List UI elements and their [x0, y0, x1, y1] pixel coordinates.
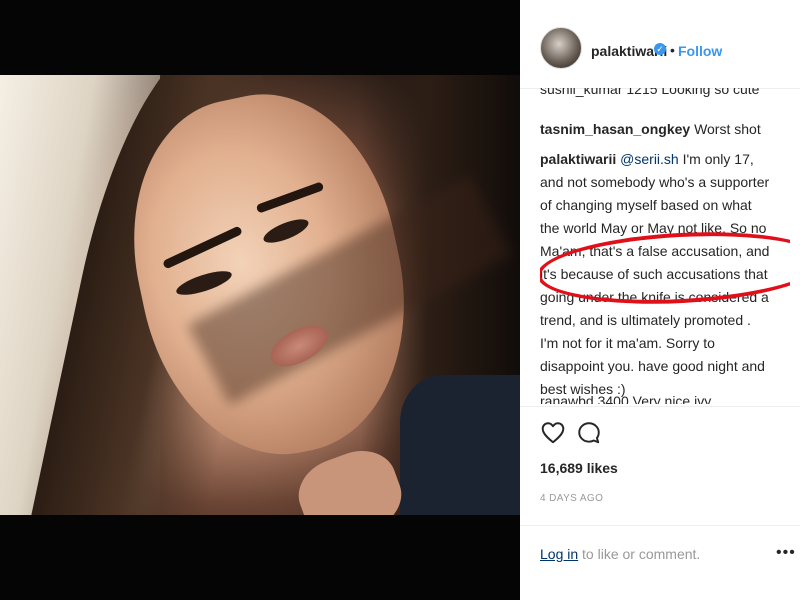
footer-divider: [520, 525, 800, 526]
comment-text: Worst shot: [694, 121, 761, 137]
comment-username[interactable]: palaktiwarii: [540, 151, 616, 167]
login-link[interactable]: Log in: [540, 546, 578, 562]
comment-text: I'm only 17, and not somebody who's a su…: [540, 151, 770, 397]
comment-bubble-icon[interactable]: [576, 420, 602, 446]
post-photo-panel: [0, 0, 520, 600]
post-side-panel: palaktiwarii ✓ • Follow sushil_kumar 121…: [520, 0, 800, 600]
avatar[interactable]: [540, 27, 582, 69]
comments-list[interactable]: sushil_kumar 1215 Looking so cute tasnim…: [540, 88, 790, 404]
verified-badge-icon: ✓: [654, 43, 666, 55]
comment-cut-bottom: ranawbd 3400 Very nice ivy: [540, 393, 712, 404]
post-actions: [540, 420, 780, 450]
more-options-icon[interactable]: •••: [776, 544, 796, 562]
comment-username[interactable]: tasnim_hasan_ongkey: [540, 121, 690, 137]
photo-shoulder: [400, 375, 520, 515]
comment-mention[interactable]: @serii.sh: [620, 151, 679, 167]
login-prompt-text: to like or comment.: [578, 546, 701, 562]
separator-dot: •: [670, 42, 675, 58]
post-timestamp: 4 DAYS AGO: [540, 493, 604, 504]
comments-divider: [520, 406, 800, 407]
comment-item: palaktiwarii @serii.sh I'm only 17, and …: [540, 148, 772, 401]
comment-cut-top: sushil_kumar 1215 Looking so cute: [540, 88, 760, 97]
login-prompt: Log in to like or comment.: [540, 546, 700, 562]
post-header: palaktiwarii ✓ • Follow: [520, 0, 800, 100]
follow-button[interactable]: Follow: [678, 43, 722, 59]
post-photo[interactable]: [0, 75, 520, 515]
comment-item: tasnim_hasan_ongkey Worst shot: [540, 118, 761, 141]
heart-outline-icon[interactable]: [540, 420, 566, 446]
likes-count[interactable]: 16,689 likes: [540, 460, 618, 476]
